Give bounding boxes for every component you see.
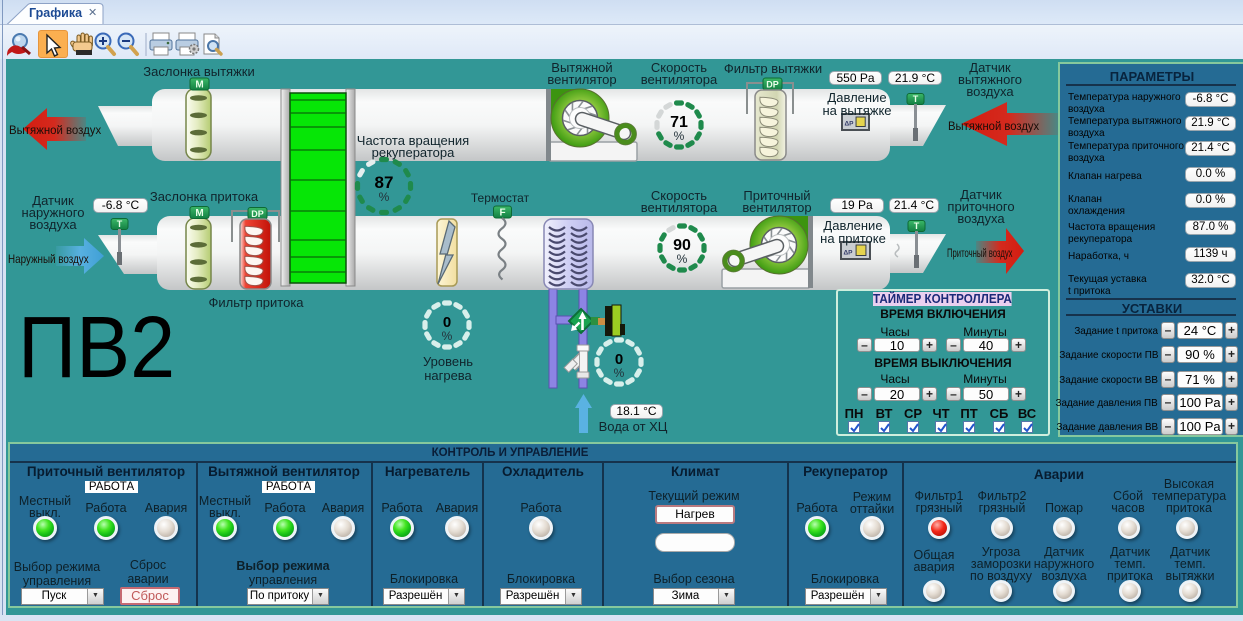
svg-text:DP: DP <box>251 209 264 219</box>
svg-text:M: M <box>195 80 203 91</box>
svg-text:%: % <box>674 129 685 143</box>
svg-text:%: % <box>442 329 453 343</box>
svg-text:M: M <box>195 208 203 219</box>
svg-text:%: % <box>379 190 390 204</box>
svg-text:ΔP: ΔP <box>844 250 854 257</box>
svg-text:ΔP: ΔP <box>845 121 855 128</box>
svg-text:%: % <box>677 252 688 266</box>
svg-text:F: F <box>499 208 505 219</box>
svg-text:DP: DP <box>766 80 779 90</box>
svg-text:%: % <box>614 366 625 380</box>
